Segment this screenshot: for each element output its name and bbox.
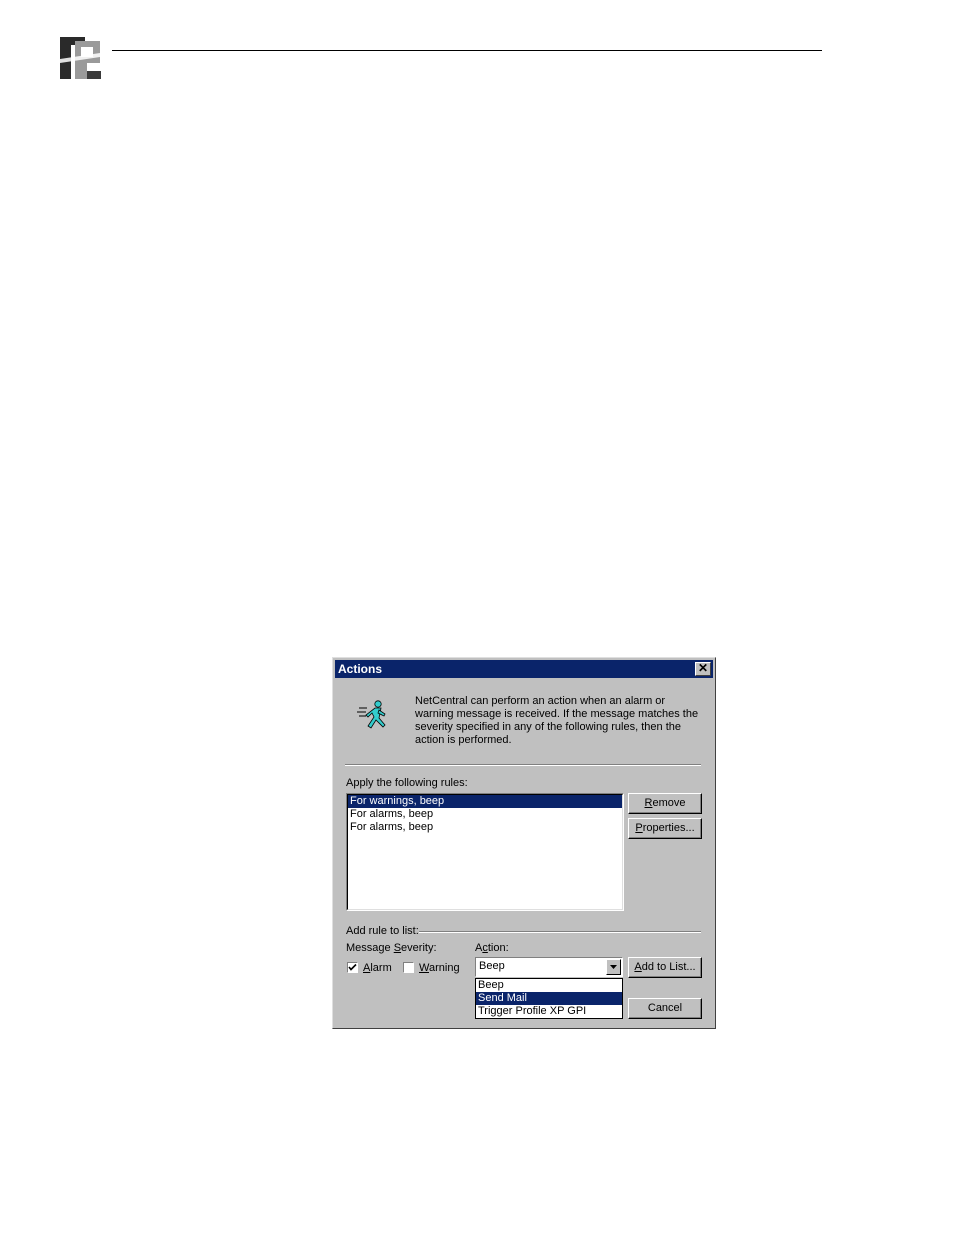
running-man-icon <box>357 698 393 734</box>
list-item[interactable]: For warnings, beep <box>348 795 622 808</box>
list-item[interactable]: For alarms, beep <box>348 821 622 834</box>
logo-icon <box>57 33 103 83</box>
add-to-list-accel: A <box>634 961 642 973</box>
close-icon: ✕ <box>697 661 709 675</box>
properties-button-label: roperties... <box>642 822 695 834</box>
dropdown-button[interactable] <box>606 959 621 975</box>
warning-label-rest: arning <box>428 962 460 974</box>
alarm-label-rest: larm <box>370 962 392 974</box>
action-select[interactable]: Beep <box>475 957 623 977</box>
remove-button-label: emove <box>652 797 686 809</box>
dropdown-option[interactable]: Beep <box>476 979 622 992</box>
intro-text: NetCentral can perform an action when an… <box>415 695 699 746</box>
separator <box>419 931 701 933</box>
dropdown-option[interactable]: Send Mail <box>476 992 622 1005</box>
add-rule-label: Add rule to list: <box>346 925 419 937</box>
remove-button[interactable]: Remove <box>628 793 702 814</box>
action-label-rest: tion: <box>487 942 509 954</box>
checkmark-icon <box>348 963 357 971</box>
warning-label-accel: W <box>419 962 429 974</box>
alarm-checkbox-label[interactable]: Alarm <box>363 962 392 974</box>
severity-label-accel: S <box>393 942 402 954</box>
list-item[interactable]: For alarms, beep <box>348 808 622 821</box>
header-rule <box>112 50 822 51</box>
warning-checkbox[interactable] <box>403 962 414 973</box>
rules-listbox[interactable]: For warnings, beep For alarms, beep For al… <box>346 793 624 911</box>
rules-list: For warnings, beep For alarms, beep For al… <box>347 794 623 910</box>
severity-label-rest: everity: <box>401 942 437 954</box>
properties-button-accel: P <box>635 822 643 834</box>
dropdown-arrow-icon <box>610 965 617 969</box>
warning-checkbox-label[interactable]: Warning <box>419 962 460 974</box>
actions-dialog: Actions ✕ NetCentral can perform an acti… <box>332 657 716 1029</box>
severity-label: Message Severity: <box>346 942 437 954</box>
add-to-list-label: dd to List... <box>641 961 696 973</box>
add-to-list-button[interactable]: Add to List... <box>628 957 702 978</box>
cancel-button[interactable]: Cancel <box>628 998 702 1019</box>
rules-label: Apply the following rules: <box>346 777 468 789</box>
alarm-checkbox[interactable] <box>347 962 358 973</box>
dialog-title: Actions <box>338 662 383 676</box>
action-label: Action: <box>475 942 509 954</box>
close-button[interactable]: ✕ <box>695 662 711 676</box>
action-dropdown-list: Beep Send Mail Trigger Profile XP GPI <box>475 978 623 1019</box>
title-bar[interactable]: Actions ✕ <box>335 660 713 678</box>
dropdown-option[interactable]: Trigger Profile XP GPI <box>476 1005 622 1018</box>
separator <box>345 764 701 766</box>
properties-button[interactable]: Properties... <box>628 818 702 839</box>
severity-label-prefix: Message <box>346 942 394 954</box>
action-select-value: Beep <box>479 960 505 972</box>
